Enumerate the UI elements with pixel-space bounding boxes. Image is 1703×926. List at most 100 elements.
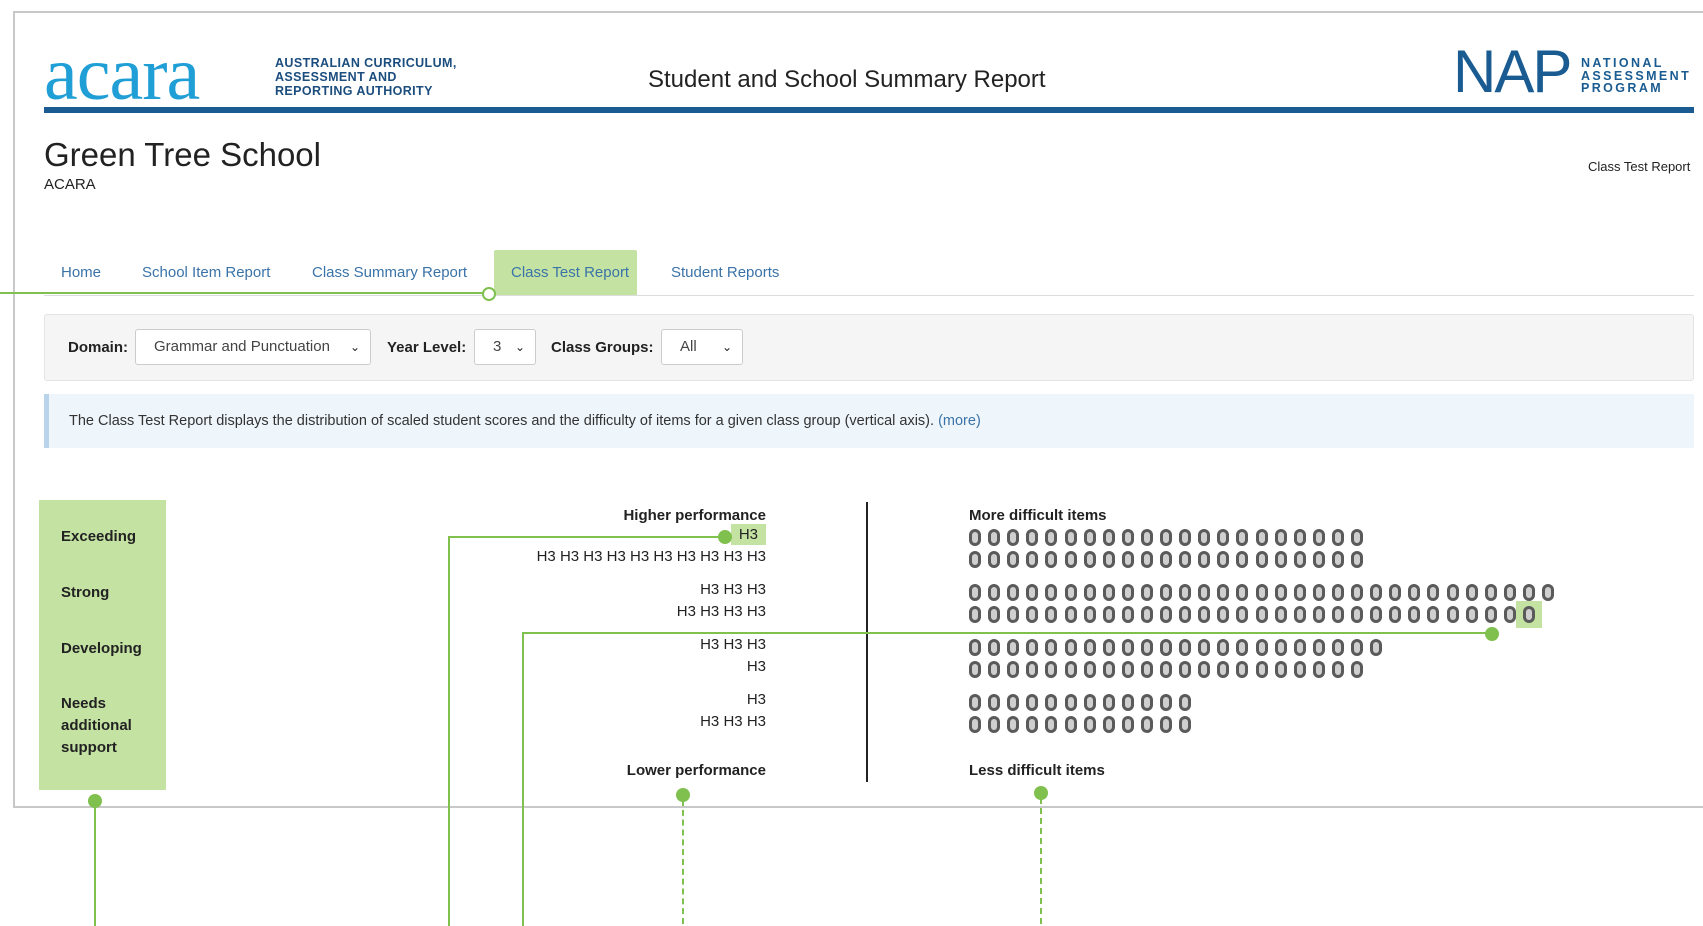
test-item[interactable] bbox=[1083, 661, 1096, 678]
test-item[interactable] bbox=[1236, 551, 1249, 568]
student-score[interactable]: H3 bbox=[723, 713, 742, 730]
test-item[interactable] bbox=[1293, 551, 1306, 568]
test-item[interactable] bbox=[1045, 661, 1058, 678]
test-item[interactable] bbox=[1026, 661, 1039, 678]
test-item[interactable] bbox=[1236, 661, 1249, 678]
test-item[interactable] bbox=[1293, 584, 1306, 601]
test-item[interactable] bbox=[1351, 551, 1363, 568]
test-item[interactable] bbox=[1198, 584, 1211, 601]
test-item[interactable] bbox=[1198, 551, 1211, 568]
test-item[interactable] bbox=[1351, 606, 1363, 623]
test-item[interactable] bbox=[1064, 606, 1077, 623]
test-item[interactable] bbox=[1160, 584, 1172, 601]
test-item[interactable] bbox=[1160, 551, 1172, 568]
test-item[interactable] bbox=[1007, 661, 1020, 678]
test-item[interactable] bbox=[969, 694, 981, 711]
test-item[interactable] bbox=[1293, 606, 1306, 623]
test-item[interactable] bbox=[1484, 606, 1497, 623]
test-item[interactable] bbox=[1083, 716, 1096, 733]
test-item[interactable] bbox=[1293, 529, 1306, 546]
test-item[interactable] bbox=[1007, 639, 1020, 656]
tab-class-test-report[interactable]: Class Test Report bbox=[494, 250, 637, 295]
student-score[interactable]: H3 bbox=[700, 548, 719, 565]
student-score[interactable]: H3 bbox=[700, 581, 719, 598]
test-item[interactable] bbox=[969, 661, 981, 678]
test-item[interactable] bbox=[1198, 639, 1211, 656]
test-item[interactable] bbox=[1179, 529, 1192, 546]
test-item[interactable] bbox=[1026, 606, 1039, 623]
test-item[interactable] bbox=[988, 551, 1001, 568]
test-item[interactable] bbox=[1542, 584, 1554, 601]
student-score[interactable]: H3 bbox=[607, 548, 626, 565]
test-item[interactable] bbox=[1102, 551, 1115, 568]
test-item[interactable] bbox=[1140, 551, 1153, 568]
test-item[interactable] bbox=[1255, 661, 1268, 678]
test-item[interactable] bbox=[1503, 606, 1516, 623]
test-item[interactable] bbox=[1274, 639, 1287, 656]
test-item[interactable] bbox=[1140, 716, 1153, 733]
student-score[interactable]: H3 bbox=[677, 603, 696, 620]
test-item[interactable] bbox=[1045, 529, 1058, 546]
test-item[interactable] bbox=[1007, 716, 1020, 733]
test-item[interactable] bbox=[1121, 529, 1134, 546]
test-item[interactable] bbox=[1236, 584, 1249, 601]
student-score[interactable]: H3 bbox=[653, 548, 672, 565]
test-item[interactable] bbox=[969, 639, 981, 656]
test-item[interactable] bbox=[1064, 584, 1077, 601]
student-score[interactable]: H3 bbox=[723, 581, 742, 598]
test-item[interactable] bbox=[1274, 551, 1287, 568]
test-item[interactable] bbox=[1217, 529, 1230, 546]
test-item[interactable] bbox=[1026, 551, 1039, 568]
test-item[interactable] bbox=[1121, 551, 1134, 568]
test-item[interactable] bbox=[1064, 694, 1077, 711]
student-score[interactable]: H3 bbox=[700, 636, 719, 653]
test-item[interactable] bbox=[1179, 606, 1192, 623]
student-score[interactable]: H3 bbox=[747, 548, 766, 565]
test-item[interactable] bbox=[1293, 639, 1306, 656]
student-score[interactable]: H3 bbox=[700, 713, 719, 730]
test-item[interactable] bbox=[1083, 694, 1096, 711]
test-item[interactable] bbox=[1370, 606, 1383, 623]
test-item[interactable] bbox=[1370, 639, 1383, 656]
test-item[interactable] bbox=[1331, 639, 1344, 656]
test-item[interactable] bbox=[1160, 529, 1172, 546]
test-item[interactable] bbox=[1045, 606, 1058, 623]
test-item[interactable] bbox=[1236, 529, 1249, 546]
test-item[interactable] bbox=[969, 716, 981, 733]
test-item[interactable] bbox=[969, 606, 981, 623]
test-item[interactable] bbox=[1007, 606, 1020, 623]
test-item[interactable] bbox=[1064, 661, 1077, 678]
test-item[interactable] bbox=[1198, 529, 1211, 546]
test-item[interactable] bbox=[1198, 606, 1211, 623]
test-item[interactable] bbox=[1179, 661, 1192, 678]
student-score[interactable]: H3 bbox=[747, 691, 766, 708]
student-score[interactable]: H3 bbox=[723, 603, 742, 620]
test-item[interactable] bbox=[1522, 584, 1535, 601]
test-item[interactable] bbox=[1331, 551, 1344, 568]
test-item[interactable] bbox=[1274, 584, 1287, 601]
student-score[interactable]: H3 bbox=[723, 636, 742, 653]
test-item[interactable] bbox=[1102, 606, 1115, 623]
test-item[interactable] bbox=[1351, 584, 1363, 601]
test-item[interactable] bbox=[1007, 529, 1020, 546]
test-item[interactable] bbox=[1160, 694, 1172, 711]
test-item[interactable] bbox=[1293, 661, 1306, 678]
test-item[interactable] bbox=[988, 639, 1001, 656]
test-item[interactable] bbox=[1102, 694, 1115, 711]
tab-class-summary-report[interactable]: Class Summary Report bbox=[312, 250, 467, 295]
test-item[interactable] bbox=[1045, 694, 1058, 711]
test-item[interactable] bbox=[1408, 584, 1421, 601]
test-item[interactable] bbox=[1331, 661, 1344, 678]
test-item[interactable] bbox=[1045, 639, 1058, 656]
test-item[interactable] bbox=[1045, 716, 1058, 733]
test-item[interactable] bbox=[1427, 584, 1440, 601]
test-item[interactable] bbox=[1408, 606, 1421, 623]
more-link[interactable]: (more) bbox=[938, 413, 981, 429]
test-item[interactable] bbox=[1351, 661, 1363, 678]
test-item[interactable] bbox=[988, 661, 1001, 678]
student-score[interactable]: H3 bbox=[560, 548, 579, 565]
test-item[interactable] bbox=[1217, 661, 1230, 678]
tab-student-reports[interactable]: Student Reports bbox=[671, 250, 779, 295]
test-item[interactable] bbox=[1121, 716, 1134, 733]
student-score[interactable]: H3 bbox=[730, 524, 766, 545]
